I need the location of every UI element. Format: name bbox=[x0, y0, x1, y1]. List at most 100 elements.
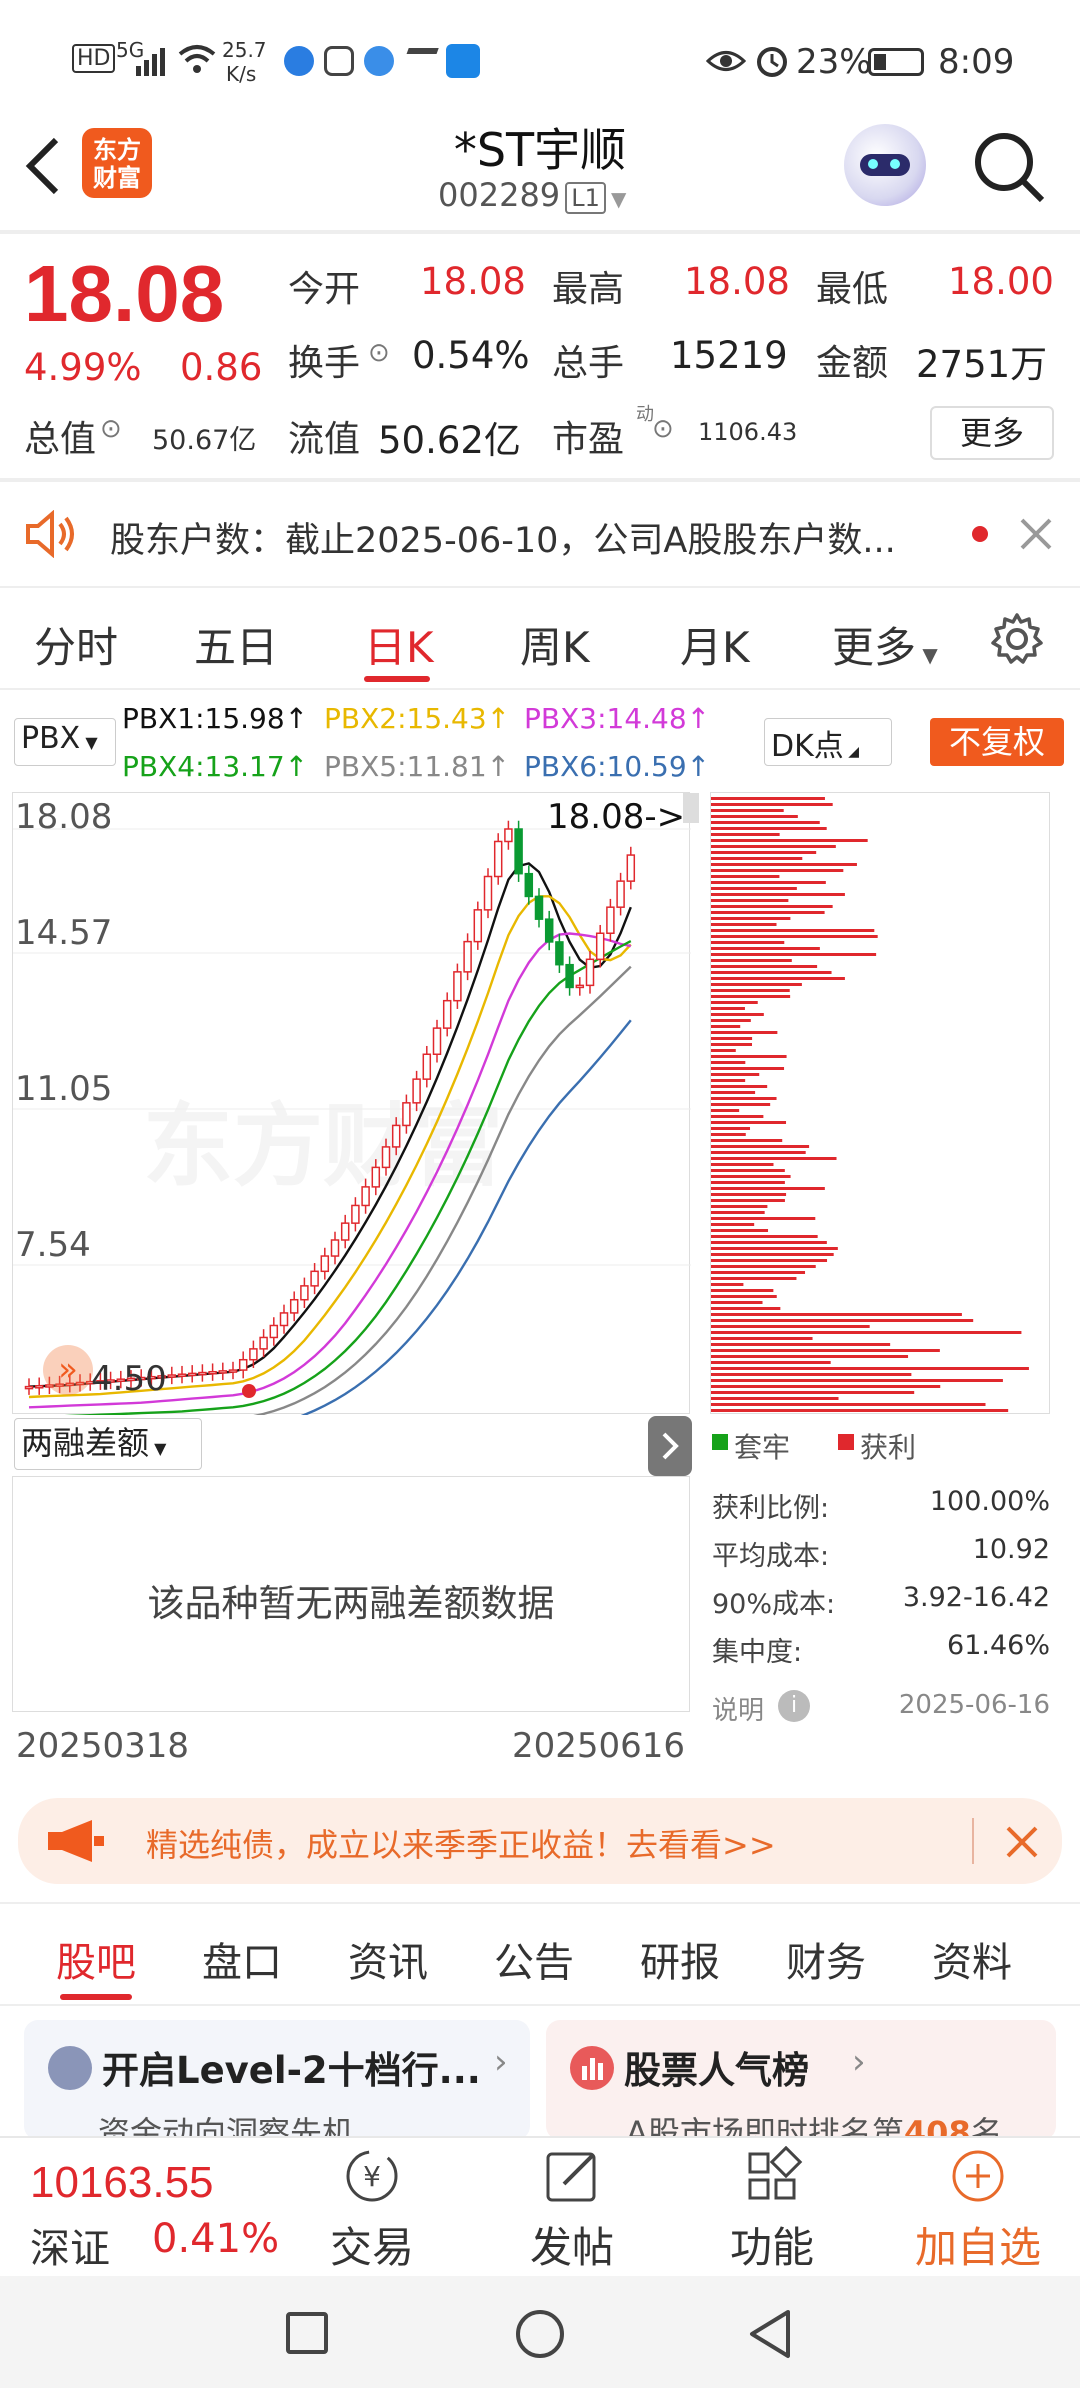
candle-body bbox=[167, 1374, 177, 1378]
close-icon[interactable] bbox=[1004, 1824, 1040, 1860]
concentration-value: 61.46% bbox=[947, 1630, 1050, 1661]
chip-bar bbox=[711, 845, 836, 848]
candle-body bbox=[565, 963, 574, 989]
index-change: 0.41% bbox=[152, 2216, 280, 2262]
change-amount: 0.86 bbox=[180, 346, 263, 389]
chip-bar bbox=[711, 1385, 941, 1388]
tab-guba[interactable]: 股吧 bbox=[56, 1930, 136, 1988]
chip-bar bbox=[711, 1145, 810, 1148]
chip-bar bbox=[711, 1331, 1022, 1334]
y-tick-label: 7.54 bbox=[15, 1225, 91, 1265]
chip-bar bbox=[711, 1019, 751, 1022]
battery-percent: 23% bbox=[796, 42, 872, 82]
candle-body bbox=[259, 1336, 268, 1350]
tab-five-day[interactable]: 五日 bbox=[194, 614, 278, 675]
tab-profile[interactable]: 资料 bbox=[932, 1930, 1012, 1988]
expand-left-icon[interactable]: » bbox=[43, 1345, 93, 1395]
dk-point-select[interactable]: DK点 ◢ bbox=[764, 718, 892, 766]
close-icon[interactable] bbox=[1018, 516, 1054, 552]
gear-icon[interactable] bbox=[990, 612, 1044, 666]
chip-svg bbox=[711, 797, 1029, 1412]
tab-more[interactable]: 更多 ▼ bbox=[832, 614, 938, 675]
candle-body bbox=[208, 1370, 217, 1375]
cost90-label: 90%成本: bbox=[712, 1589, 836, 1620]
search-icon[interactable] bbox=[970, 128, 1050, 208]
stock-code-row[interactable]: 002289 L1 ▼ bbox=[438, 176, 626, 214]
yuan-exchange-icon: ¥ bbox=[346, 2150, 398, 2202]
change-percent: 4.99% bbox=[24, 346, 142, 389]
chip-bar bbox=[711, 887, 797, 890]
back-icon[interactable] bbox=[22, 136, 62, 196]
chip-bar bbox=[711, 1211, 765, 1214]
chip-bar bbox=[711, 1031, 778, 1034]
bottom-action-bar: 10163.55 深证 0.41% ¥ 交易 发帖 功能 加自选 bbox=[0, 2136, 1080, 2276]
post-button[interactable]: 发帖 bbox=[522, 2146, 622, 2275]
chip-bar bbox=[711, 1109, 740, 1112]
concentration-label: 集中度: bbox=[712, 1637, 803, 1668]
candle-body bbox=[187, 1372, 197, 1377]
candle-body bbox=[412, 1078, 421, 1104]
index-value[interactable]: 10163.55 bbox=[30, 2158, 214, 2208]
chip-bar bbox=[711, 1235, 818, 1238]
tab-daily-k[interactable]: 日K bbox=[364, 614, 434, 675]
tab-announcements[interactable]: 公告 bbox=[494, 1930, 574, 1988]
ma-line-4 bbox=[64, 940, 632, 1415]
index-name: 深证 bbox=[30, 2226, 110, 2272]
info-icon[interactable]: i bbox=[778, 1690, 810, 1722]
tab-news[interactable]: 资讯 bbox=[348, 1930, 428, 1988]
chevron-down-icon: ▼ bbox=[610, 187, 627, 211]
candle-body bbox=[351, 1204, 360, 1224]
candle-body bbox=[371, 1166, 381, 1188]
notice-bar[interactable]: 股东户数：截止2025-06-10，公司A股股东户数... bbox=[0, 482, 1080, 586]
candle-body bbox=[514, 828, 523, 875]
home-icon[interactable] bbox=[516, 2310, 564, 2358]
chevron-right-icon: › bbox=[494, 2042, 508, 2082]
level2-icon bbox=[48, 2046, 92, 2090]
tab-intraday[interactable]: 分时 bbox=[34, 614, 118, 675]
tab-monthly-k[interactable]: 月K bbox=[680, 614, 750, 675]
trade-button[interactable]: ¥ 交易 bbox=[322, 2146, 422, 2275]
indicator-select[interactable]: PBX ▼ bbox=[14, 718, 116, 766]
chip-note-label[interactable]: 说明 bbox=[712, 1690, 764, 1727]
turnover-value: 0.54% bbox=[412, 334, 530, 377]
add-watchlist-button[interactable]: 加自选 bbox=[898, 2146, 1058, 2275]
signal-dot bbox=[242, 1384, 256, 1398]
candle-body bbox=[453, 971, 462, 1002]
tab-finance[interactable]: 财务 bbox=[786, 1930, 866, 1988]
sub-indicator-label: 两融差额 bbox=[21, 1424, 150, 1462]
chip-bar bbox=[711, 1355, 909, 1358]
promo-banner[interactable]: 精选纯债，成立以来季季正收益！去看看>> bbox=[18, 1798, 1062, 1884]
recent-apps-icon[interactable] bbox=[286, 2312, 328, 2354]
popularity-card[interactable]: 股票人气榜 › A股市场即时排名第408名 bbox=[546, 2020, 1056, 2140]
pbx5-value: PBX5:11.81↑ bbox=[324, 750, 511, 783]
tab-research[interactable]: 研报 bbox=[640, 1930, 720, 1988]
scroll-handle[interactable] bbox=[683, 793, 699, 823]
kline-chart-area[interactable]: 东方财富 18.08 14.57 11.05 7.54 18.08-> 4.50… bbox=[12, 792, 699, 1415]
low-value: 18.00 bbox=[948, 260, 1054, 303]
expand-panel-button[interactable] bbox=[648, 1416, 692, 1476]
chip-bar bbox=[711, 809, 784, 812]
tab-pankou[interactable]: 盘口 bbox=[202, 1930, 282, 1988]
info-icon[interactable]: ⊙ bbox=[652, 414, 674, 444]
sub-indicator-area: 该品种暂无两融差额数据 bbox=[12, 1476, 690, 1712]
level2-card[interactable]: 开启Level-2十档行... › 资金动向洞察先机 bbox=[24, 2020, 530, 2140]
legend-profit-label: 获利 bbox=[860, 1431, 917, 1464]
info-icon[interactable]: ⊙ bbox=[100, 414, 122, 444]
functions-button[interactable]: 功能 bbox=[722, 2145, 822, 2275]
chip-bar bbox=[711, 953, 877, 956]
back-nav-icon[interactable] bbox=[746, 2308, 794, 2360]
volume-label: 总手 bbox=[552, 343, 625, 384]
period-tabs: 分时 五日 日K 周K 月K 更多 ▼ bbox=[0, 588, 1080, 688]
chip-bar bbox=[711, 1379, 1003, 1382]
info-icon[interactable]: ⊙ bbox=[368, 338, 390, 368]
more-button[interactable]: 更多 bbox=[930, 406, 1054, 460]
adjust-type-button[interactable]: 不复权 bbox=[930, 718, 1064, 766]
candle-body bbox=[534, 895, 544, 920]
tab-weekly-k[interactable]: 周K bbox=[520, 614, 590, 675]
caret-down-icon: ▼ bbox=[149, 1439, 167, 1458]
sub-indicator-select[interactable]: 两融差额 ▼ bbox=[14, 1418, 202, 1470]
chip-bar bbox=[711, 1025, 741, 1028]
chip-bar bbox=[711, 989, 790, 992]
assistant-avatar[interactable] bbox=[844, 124, 926, 206]
chip-bar bbox=[711, 839, 868, 842]
